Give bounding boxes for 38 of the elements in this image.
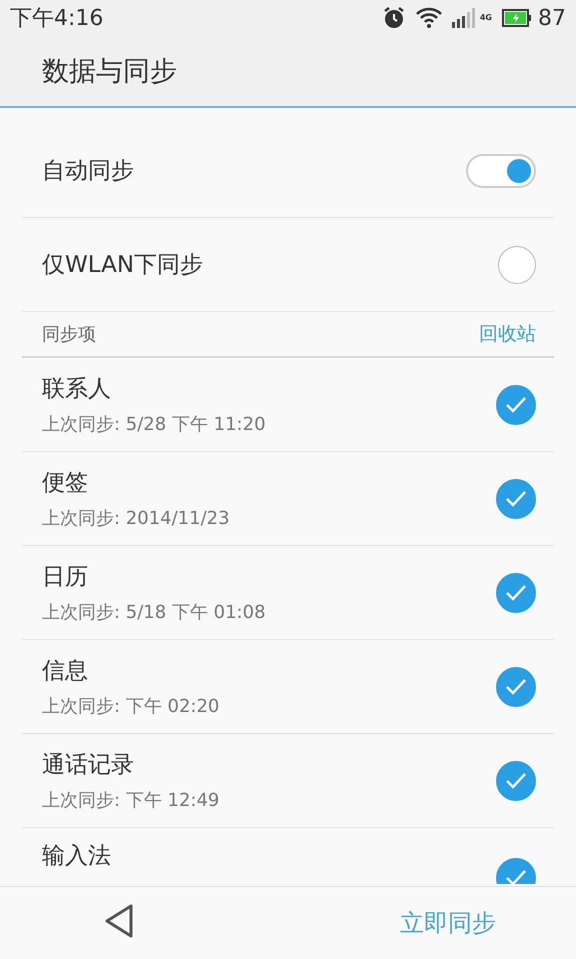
clock-time: 下午4:16 xyxy=(10,5,104,33)
section-header: 同步项 xyxy=(42,323,97,346)
last-sync-time: 上次同步: 下午 12:49 xyxy=(42,789,220,812)
wifi-icon xyxy=(416,7,442,29)
item-name: 日历 xyxy=(42,563,89,592)
sync-now-button[interactable]: 立即同步 xyxy=(400,907,496,939)
battery-percent: 87 xyxy=(538,6,566,30)
checkbox[interactable] xyxy=(496,572,536,612)
page-title: 数据与同步 xyxy=(42,55,177,89)
back-icon xyxy=(104,904,134,938)
check-icon xyxy=(505,678,527,696)
check-icon xyxy=(505,396,527,414)
last-sync-time: 上次同步: 5/28 下午 11:20 xyxy=(42,413,267,436)
radio-button[interactable] xyxy=(498,246,536,284)
recycle-bin-link[interactable]: 回收站 xyxy=(479,321,536,347)
toggle-switch[interactable] xyxy=(466,154,536,188)
check-icon xyxy=(505,772,527,790)
item-name: 便签 xyxy=(42,469,89,498)
checkbox[interactable] xyxy=(496,384,536,424)
network-label: 4G xyxy=(480,14,492,22)
last-sync-time: 上次同步: 5/18 下午 01:08 xyxy=(42,601,267,624)
setting-label: 自动同步 xyxy=(42,157,135,186)
item-name: 联系人 xyxy=(42,375,112,404)
last-sync-time: 上次同步: 下午 02:20 xyxy=(42,695,220,718)
checkbox[interactable] xyxy=(496,478,536,518)
alarm-icon xyxy=(382,6,406,30)
check-icon xyxy=(505,490,527,508)
item-name: 信息 xyxy=(42,657,89,686)
item-name: 通话记录 xyxy=(42,751,135,780)
last-sync-time: 上次同步: 2014/11/23 xyxy=(42,507,231,530)
check-icon xyxy=(505,584,527,602)
battery-icon xyxy=(502,9,532,27)
item-name: 输入法 xyxy=(42,842,112,871)
setting-label: 仅WLAN下同步 xyxy=(42,251,204,280)
check-icon xyxy=(505,869,527,884)
checkbox[interactable] xyxy=(496,666,536,706)
signal-icon xyxy=(452,8,478,28)
checkbox[interactable] xyxy=(496,760,536,800)
